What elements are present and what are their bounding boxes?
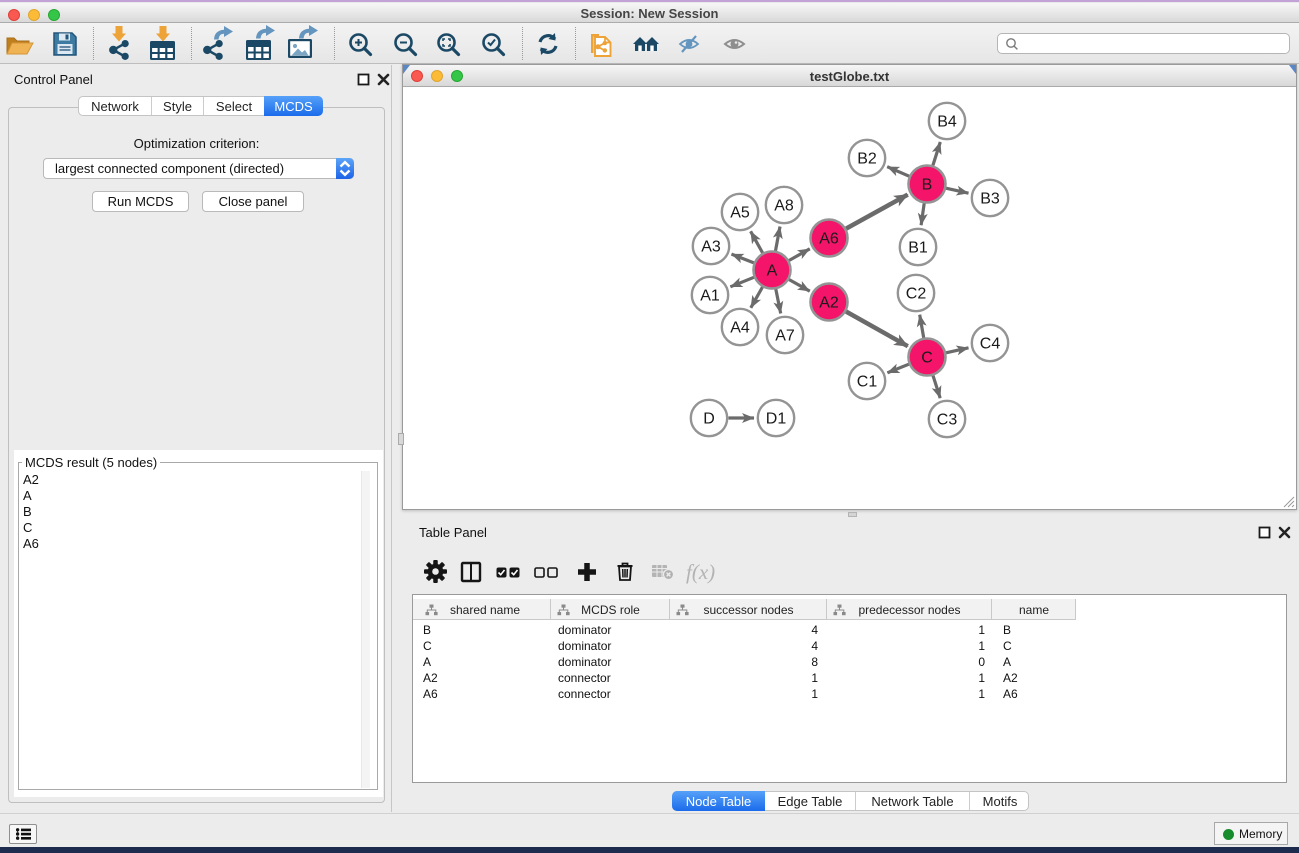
svg-text:C4: C4: [980, 336, 1001, 353]
svg-text:B: B: [922, 177, 933, 194]
svg-text:B4: B4: [937, 114, 957, 131]
svg-text:C: C: [921, 350, 933, 367]
svg-text:A5: A5: [730, 205, 750, 222]
svg-text:C1: C1: [857, 374, 878, 391]
svg-text:C3: C3: [937, 412, 958, 429]
svg-text:D: D: [703, 411, 715, 428]
svg-text:A: A: [767, 263, 778, 280]
svg-text:B1: B1: [908, 240, 928, 257]
svg-text:D1: D1: [766, 411, 787, 428]
svg-text:A2: A2: [819, 295, 839, 312]
svg-text:B3: B3: [980, 191, 1000, 208]
svg-text:A7: A7: [775, 328, 795, 345]
svg-text:A8: A8: [774, 198, 794, 215]
svg-text:A1: A1: [700, 288, 720, 305]
svg-text:A3: A3: [701, 239, 721, 256]
svg-text:B2: B2: [857, 151, 877, 168]
svg-text:A6: A6: [819, 231, 839, 248]
svg-text:A4: A4: [730, 320, 750, 337]
svg-text:C2: C2: [906, 286, 927, 303]
